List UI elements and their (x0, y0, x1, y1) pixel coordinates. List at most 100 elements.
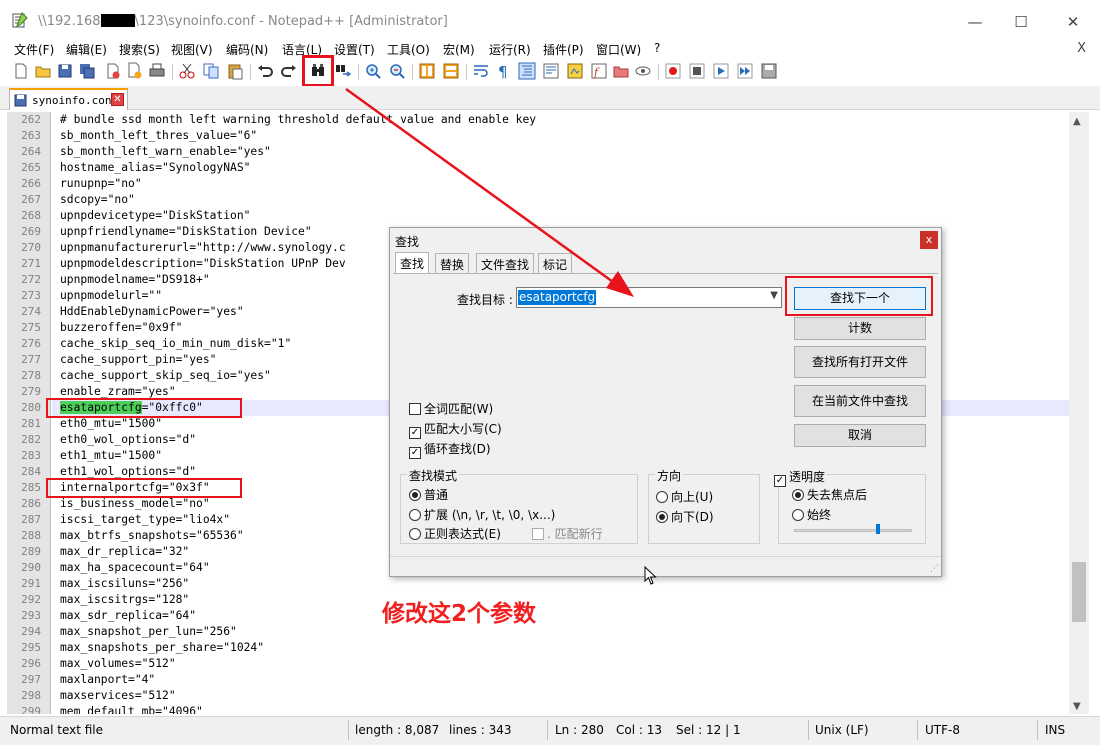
scroll-down-icon[interactable]: ▼ (1073, 701, 1081, 712)
menu-run[interactable]: 运行(R) (489, 41, 531, 58)
line-number: 264 (21, 145, 41, 158)
code-line: eth1_mtu="1500" (60, 449, 163, 462)
vertical-scrollbar[interactable]: ▲ ▼ (1069, 112, 1089, 714)
notepad-plus-plus-icon (12, 12, 28, 28)
close-document-button[interactable]: X (1077, 41, 1086, 56)
menu-edit[interactable]: 编辑(E) (66, 41, 107, 58)
paste-icon[interactable] (226, 62, 244, 80)
tab-synoinfo-conf[interactable]: synoinfo.conf ✕ (9, 88, 128, 110)
menu-settings[interactable]: 设置(T) (334, 41, 375, 58)
menu-window[interactable]: 窗口(W) (596, 41, 641, 58)
transparency-always-radio[interactable]: 始终 (792, 506, 831, 523)
mode-regex-radio[interactable]: 正则表达式(E) (409, 525, 501, 542)
tab-find[interactable]: 查找 (395, 252, 430, 273)
code-line: upnpdevicetype="DiskStation" (60, 209, 251, 222)
show-all-icon[interactable]: ¶ (494, 62, 512, 80)
find-in-current-button[interactable]: 在当前文件中查找 (794, 385, 926, 417)
tab-label: synoinfo.conf (32, 94, 119, 107)
line-number: 273 (21, 289, 41, 302)
resize-grip-icon[interactable]: ⋰ (930, 564, 939, 574)
window-close-button[interactable]: ✕ (1050, 8, 1096, 36)
menu-file[interactable]: 文件(F) (14, 41, 54, 58)
save-macro-icon[interactable] (760, 62, 778, 80)
doc-map-icon[interactable] (566, 62, 584, 80)
find-all-open-button[interactable]: 查找所有打开文件 (794, 346, 926, 378)
tab-mark[interactable]: 标记 (538, 253, 573, 273)
mode-normal-radio[interactable]: 普通 (409, 486, 448, 503)
dot-matches-newline-checkbox[interactable]: . 匹配新行 (532, 525, 603, 542)
save-all-icon[interactable] (78, 62, 96, 80)
line-number: 272 (21, 273, 41, 286)
code-line: cache_support_pin="yes" (60, 353, 217, 366)
zoom-out-icon[interactable] (388, 62, 406, 80)
code-line: upnpmodelurl="" (60, 289, 163, 302)
scroll-up-icon[interactable]: ▲ (1073, 116, 1081, 127)
undo-icon[interactable] (256, 62, 274, 80)
menu-search[interactable]: 搜索(S) (119, 41, 160, 58)
record-macro-icon[interactable] (664, 62, 682, 80)
highlight-box-find-next (785, 276, 933, 316)
direction-up-radio[interactable]: 向上(U) (656, 488, 713, 505)
mode-extended-radio[interactable]: 扩展 (\n, \r, \t, \0, \x...) (409, 506, 555, 523)
run-macro-icon[interactable] (736, 62, 754, 80)
direction-down-radio[interactable]: 向下(D) (656, 508, 714, 525)
tab-replace[interactable]: 替换 (435, 253, 470, 273)
menu-plugins[interactable]: 插件(P) (543, 41, 584, 58)
line-number: 292 (21, 593, 41, 606)
minimize-button[interactable]: — (952, 8, 998, 36)
monitor-icon[interactable] (634, 62, 652, 80)
menu-help[interactable]: ? (654, 41, 660, 55)
menu-encoding[interactable]: 编码(N) (226, 41, 268, 58)
indent-guide-icon[interactable] (518, 62, 536, 80)
wrap-around-checkbox[interactable]: ✓ 循环查找(D) (409, 440, 491, 459)
find-what-input[interactable]: esataportcfg ▼ (516, 287, 782, 308)
print-icon[interactable] (148, 62, 166, 80)
copy-icon[interactable] (202, 62, 220, 80)
zoom-in-icon[interactable] (364, 62, 382, 80)
line-number: 276 (21, 337, 41, 350)
sync-v-icon[interactable] (418, 62, 436, 80)
transparency-slider[interactable] (794, 529, 912, 532)
play-macro-icon[interactable] (712, 62, 730, 80)
status-file-type: Normal text file (10, 723, 104, 737)
status-eol: Unix (LF) (815, 723, 869, 737)
cancel-button[interactable]: 取消 (794, 424, 926, 447)
chevron-down-icon[interactable]: ▼ (770, 290, 778, 301)
line-number: 281 (21, 417, 41, 430)
line-number: 267 (21, 193, 41, 206)
count-button[interactable]: 计数 (794, 317, 926, 340)
code-line: max_iscsiluns="256" (60, 577, 190, 590)
function-list-icon[interactable]: f (590, 62, 608, 80)
code-line: max_snapshots_per_share="1024" (60, 641, 265, 654)
word-wrap-icon[interactable] (472, 62, 490, 80)
transparency-checkbox[interactable]: ✓ 透明度 (772, 468, 828, 487)
replace-icon[interactable] (334, 62, 352, 80)
status-encoding: UTF-8 (925, 723, 960, 737)
line-number: 274 (21, 305, 41, 318)
save-icon[interactable] (56, 62, 74, 80)
folder-workspace-icon[interactable] (612, 62, 630, 80)
sync-h-icon[interactable] (442, 62, 460, 80)
redo-icon[interactable] (280, 62, 298, 80)
cut-icon[interactable] (178, 62, 196, 80)
scrollbar-thumb[interactable] (1072, 562, 1086, 622)
menu-view[interactable]: 视图(V) (171, 41, 213, 58)
transparency-lose-focus-radio[interactable]: 失去焦点后 (792, 486, 867, 503)
close-all-icon[interactable] (126, 62, 144, 80)
dialog-close-button[interactable]: x (920, 231, 938, 249)
menu-tools[interactable]: 工具(O) (387, 41, 430, 58)
stop-macro-icon[interactable] (688, 62, 706, 80)
find-what-value: esataportcfg (518, 290, 597, 305)
maximize-button[interactable]: ☐ (998, 8, 1044, 36)
code-line: max_iscsitrgs="128" (60, 593, 190, 606)
match-case-checkbox[interactable]: ✓ 匹配大小写(C) (409, 420, 502, 439)
whole-word-checkbox[interactable]: 全词匹配(W) (409, 400, 493, 417)
menu-macro[interactable]: 宏(M) (443, 41, 475, 58)
tab-close-icon[interactable]: ✕ (111, 93, 124, 106)
new-file-icon[interactable] (12, 62, 30, 80)
tab-find-in-files[interactable]: 文件查找 (476, 253, 535, 273)
close-icon[interactable] (104, 62, 122, 80)
transparency-slider-thumb[interactable] (876, 524, 880, 534)
udl-icon[interactable] (542, 62, 560, 80)
open-file-icon[interactable] (34, 62, 52, 80)
